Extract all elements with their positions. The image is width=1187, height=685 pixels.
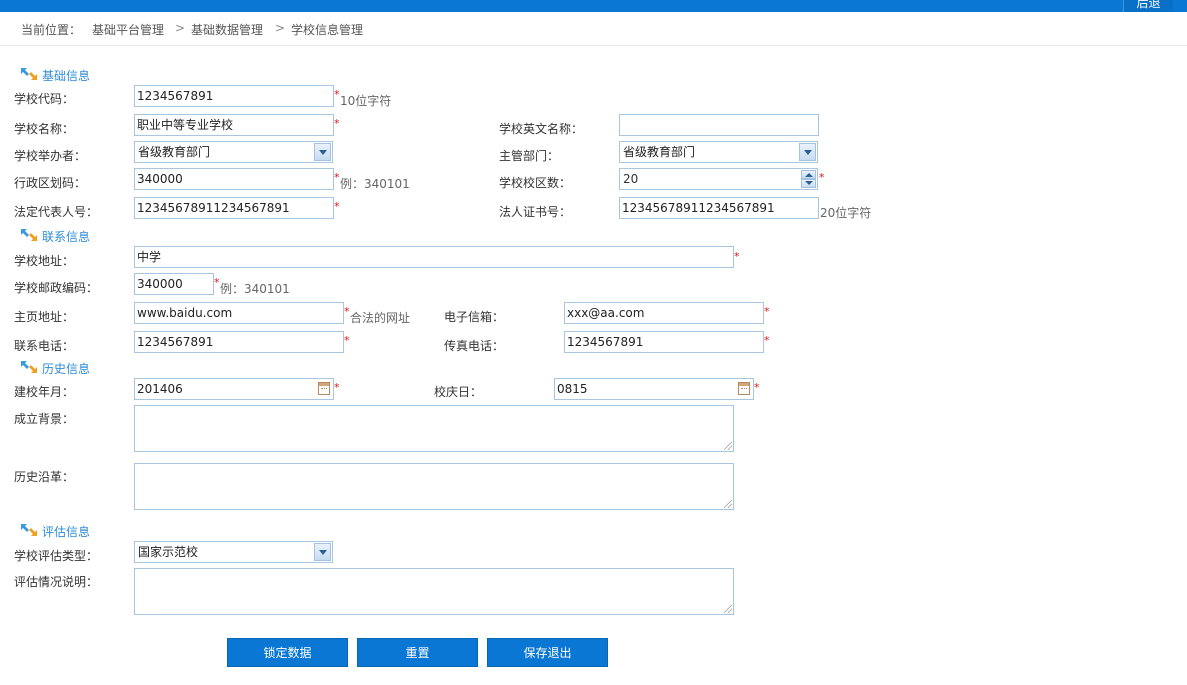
- postcode-hint: 例：340101: [220, 282, 290, 296]
- legal-rep-label: 法定代表人号：: [14, 205, 99, 219]
- arrows-icon: [21, 524, 37, 536]
- phone-input[interactable]: 1234567891: [134, 331, 344, 353]
- required-mark: *: [764, 305, 770, 318]
- organizer-value: 省级教育部门: [138, 145, 211, 159]
- school-name-en-input[interactable]: [619, 114, 819, 136]
- required-mark: *: [334, 200, 340, 213]
- anniversary-label: 校庆日：: [434, 385, 483, 399]
- phone-label: 联系电话：: [14, 339, 75, 353]
- arrows-icon: [21, 68, 37, 80]
- required-mark: *: [764, 334, 770, 347]
- school-code-label: 学校代码：: [14, 92, 75, 106]
- breadcrumb-item-platform[interactable]: 基础平台管理: [92, 21, 164, 38]
- postcode-input[interactable]: 340000: [134, 273, 214, 295]
- chevron-down-icon[interactable]: [314, 543, 331, 561]
- school-name-input[interactable]: 职业中等专业学校: [134, 114, 334, 136]
- save-exit-button[interactable]: 保存退出: [487, 638, 608, 667]
- region-code-hint: 例：340101: [340, 177, 410, 191]
- homepage-label: 主页地址：: [14, 310, 75, 324]
- eval-type-label: 学校评估类型：: [14, 549, 99, 563]
- campus-count-spinner[interactable]: 20: [619, 168, 818, 190]
- resize-grip-icon[interactable]: [724, 500, 732, 508]
- organizer-select[interactable]: 省级教育部门: [134, 141, 333, 163]
- arrows-icon: [21, 229, 37, 241]
- department-value: 省级教育部门: [623, 145, 696, 159]
- region-code-input[interactable]: 340000: [134, 168, 334, 190]
- breadcrumb-item-basic-data[interactable]: 基础数据管理: [191, 21, 263, 38]
- address-input[interactable]: 中学: [134, 246, 734, 268]
- background-textarea[interactable]: [134, 405, 734, 452]
- address-label: 学校地址：: [14, 254, 75, 268]
- section-title: 基础信息: [42, 69, 91, 83]
- fax-label: 传真电话：: [444, 339, 505, 353]
- required-mark: *: [344, 334, 350, 347]
- required-mark: *: [334, 381, 340, 394]
- legal-cert-hint: 20位字符: [820, 206, 872, 220]
- resize-grip-icon[interactable]: [724, 605, 732, 613]
- resize-grip-icon[interactable]: [724, 442, 732, 450]
- lock-data-button[interactable]: 锁定数据: [227, 638, 348, 667]
- anniversary-date-input[interactable]: 0815: [554, 378, 754, 400]
- evolution-textarea[interactable]: [134, 463, 734, 510]
- school-name-en-label: 学校英文名称：: [499, 122, 584, 136]
- email-input[interactable]: xxx@aa.com: [564, 302, 764, 324]
- required-mark: *: [214, 276, 220, 289]
- required-mark: *: [344, 305, 350, 318]
- campus-count-value: 20: [623, 172, 639, 186]
- campus-count-label: 学校校区数：: [499, 176, 572, 190]
- school-code-input[interactable]: 1234567891: [134, 85, 334, 107]
- homepage-hint: 合法的网址: [350, 311, 411, 325]
- anniversary-value: 0815: [557, 382, 588, 396]
- chevron-down-icon[interactable]: [314, 143, 331, 161]
- breadcrumb-separator: >: [275, 21, 286, 35]
- eval-desc-textarea[interactable]: [134, 568, 734, 615]
- calendar-icon[interactable]: [318, 382, 330, 395]
- breadcrumb: 当前位置： 基础平台管理 > 基础数据管理 > 学校信息管理: [0, 12, 1187, 46]
- chevron-down-icon[interactable]: [799, 143, 816, 161]
- reset-button[interactable]: 重置: [357, 638, 478, 667]
- eval-desc-label: 评估情况说明：: [14, 575, 99, 589]
- school-name-label: 学校名称：: [14, 122, 75, 136]
- back-button[interactable]: 后退: [1123, 0, 1173, 12]
- required-mark: *: [734, 250, 740, 263]
- founded-date-input[interactable]: 201406: [134, 378, 334, 400]
- section-title: 联系信息: [42, 230, 91, 244]
- organizer-label: 学校举办者：: [14, 149, 87, 163]
- legal-cert-label: 法人证书号：: [499, 205, 572, 219]
- department-select[interactable]: 省级教育部门: [619, 141, 818, 163]
- evolution-label: 历史沿革：: [14, 470, 75, 484]
- required-mark: *: [334, 171, 340, 184]
- section-title: 评估信息: [42, 525, 91, 539]
- eval-type-select[interactable]: 国家示范校: [134, 541, 333, 563]
- department-label: 主管部门：: [499, 149, 560, 163]
- section-title: 历史信息: [42, 362, 91, 376]
- founded-label: 建校年月：: [14, 385, 75, 399]
- required-mark: *: [334, 88, 340, 101]
- eval-type-value: 国家示范校: [138, 545, 199, 559]
- legal-cert-input[interactable]: 12345678911234567891: [619, 197, 819, 219]
- postcode-label: 学校邮政编码：: [14, 281, 99, 295]
- top-bar: 后退: [0, 0, 1187, 12]
- calendar-icon[interactable]: [738, 382, 750, 395]
- breadcrumb-item-school-info: 学校信息管理: [291, 23, 364, 37]
- required-mark: *: [819, 171, 825, 184]
- breadcrumb-prefix: 当前位置：: [21, 23, 82, 37]
- email-label: 电子信箱：: [444, 310, 505, 324]
- legal-rep-input[interactable]: 12345678911234567891: [134, 197, 334, 219]
- homepage-input[interactable]: www.baidu.com: [134, 302, 344, 324]
- fax-input[interactable]: 1234567891: [564, 331, 764, 353]
- region-code-label: 行政区划码：: [14, 176, 87, 190]
- required-mark: *: [754, 381, 760, 394]
- required-mark: *: [334, 117, 340, 130]
- spin-up-icon[interactable]: [801, 170, 816, 179]
- founded-value: 201406: [137, 382, 183, 396]
- background-label: 成立背景：: [14, 412, 75, 426]
- school-code-hint: 10位字符: [340, 94, 392, 108]
- arrows-icon: [21, 361, 37, 373]
- spin-down-icon[interactable]: [801, 179, 816, 188]
- breadcrumb-separator: >: [175, 21, 186, 35]
